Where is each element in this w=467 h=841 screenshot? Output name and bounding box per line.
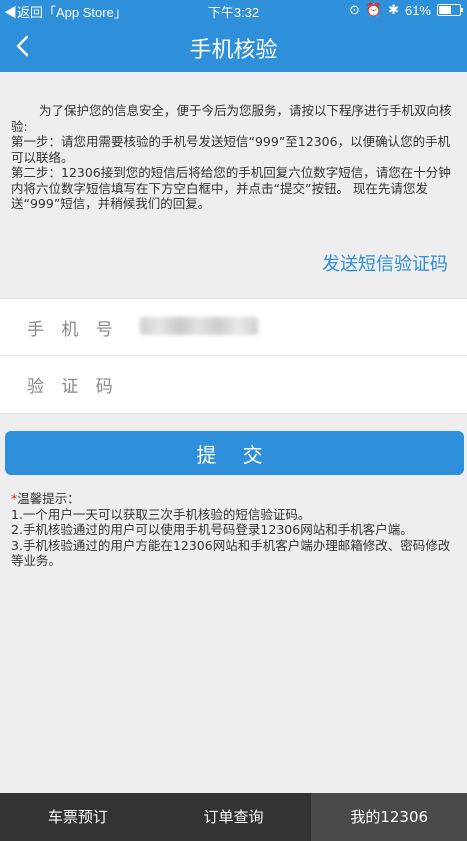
- tab-my-12306[interactable]: 我的12306: [311, 793, 467, 841]
- battery-fill: [439, 6, 452, 14]
- bluetooth-icon: ✱: [388, 2, 399, 17]
- phone-label: 手 机 号: [27, 320, 119, 340]
- battery-percent: 61%: [404, 2, 431, 18]
- intro-text: 为了保护您的信息安全，便于今后为您服务，请按以下程序进行手机双向核验: 第一步：…: [11, 103, 457, 212]
- tips-title: *温馨提示：: [11, 491, 457, 507]
- intro-step1: 第一步：请您用需要核验的手机号发送短信“999”至12306，以便确认您的手机可…: [11, 134, 451, 165]
- submit-button[interactable]: 提 交: [5, 431, 464, 475]
- tab-order-query[interactable]: 订单查询: [156, 793, 312, 841]
- tip-item: 2.手机核验通过的用户可以使用手机号码登录12306网站和手机客户端。: [11, 522, 413, 537]
- tab-bar: 车票预订 订单查询 我的12306: [0, 793, 467, 841]
- tip-item: 3.手机核验通过的用户方能在12306网站和手机客户端办理邮箱修改、密码修改等业…: [11, 537, 451, 569]
- phone-number-redacted: [140, 317, 258, 335]
- code-label: 验 证 码: [27, 377, 119, 397]
- tips-title-text: 温馨提示：: [17, 491, 80, 506]
- alarm-icon: ⏰: [365, 2, 383, 17]
- battery-icon: [437, 4, 463, 16]
- phone-row: 手 机 号: [0, 299, 467, 356]
- verification-code-input[interactable]: [140, 368, 444, 400]
- intro-step2: 第二步：12306接到您的短信后将给您的手机回复六位数字短信，请您在十分钟内将六…: [11, 165, 451, 211]
- tip-item: 1.一个用户一天可以获取三次手机核验的短信验证码。: [11, 506, 311, 522]
- tab-ticket-booking[interactable]: 车票预订: [0, 793, 156, 841]
- tips-section: *温馨提示： 1.一个用户一天可以获取三次手机核验的短信验证码。 2.手机核验通…: [11, 491, 457, 569]
- nav-bar: 手机核验: [0, 20, 467, 72]
- page-title: 手机核验: [189, 38, 278, 63]
- status-right: ⊙ ⏰ ✱ 61%: [348, 2, 463, 18]
- intro-paragraph: 为了保护您的信息安全，便于今后为您服务，请按以下程序进行手机双向核验:: [11, 103, 452, 134]
- status-bar: ◀返回「App Store」 下午3:32 ⊙ ⏰ ✱ 61%: [0, 0, 467, 20]
- send-sms-code-link[interactable]: 发送短信验证码: [322, 250, 448, 276]
- verify-form: 手 机 号 验 证 码: [0, 298, 467, 414]
- code-row: 验 证 码: [0, 356, 467, 412]
- lock-rotation-icon: ⊙: [348, 2, 360, 17]
